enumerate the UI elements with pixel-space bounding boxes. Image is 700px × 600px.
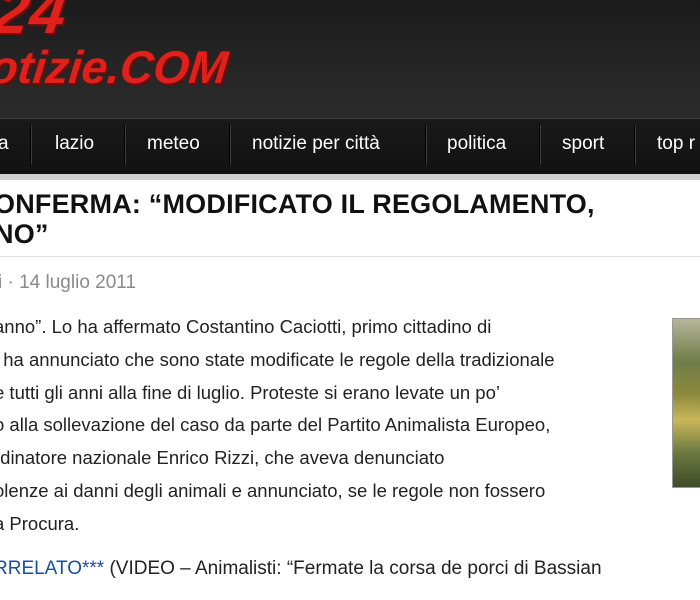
related-link[interactable]: RRELATO*** [0, 558, 104, 579]
nav-item-notizie-per-citta[interactable]: notizie per città [252, 119, 380, 175]
article-meta: i · 14 luglio 2011 [0, 272, 137, 293]
body-line: i ha annunciato che sono state modificat… [0, 348, 555, 370]
logo-text[interactable]: otizie.COM [0, 40, 231, 94]
nav-item-meteo[interactable]: meteo [147, 119, 200, 175]
site-header: 24 otizie.COM [0, 0, 700, 118]
nav-divider [425, 125, 426, 165]
title-divider [0, 256, 700, 257]
nav-item-partial[interactable]: a [0, 119, 9, 175]
body-line: o alla sollevazione del caso da parte de… [0, 414, 551, 436]
body-line: rdinatore nazionale Enrico Rizzi, che av… [0, 447, 445, 469]
nav-divider [539, 125, 540, 165]
nav-divider [124, 125, 125, 165]
article-body: anno”. Lo ha affermato Costantino Caciot… [0, 311, 666, 541]
article-title-line-1: ONFERMA: “MODIFICATO IL REGOLAMENTO, [0, 189, 595, 219]
nav-divider [229, 125, 230, 165]
article-title-line-2: NO” [0, 219, 49, 249]
nav-item-politica[interactable]: politica [447, 119, 506, 175]
body-line: a Procura. [0, 512, 80, 534]
nav-item-sport[interactable]: sport [562, 119, 604, 175]
body-line: e tutti gli anni alla fine di luglio. Pr… [0, 381, 500, 403]
nav-item-top[interactable]: top r [657, 119, 695, 175]
related-text: (VIDEO – Animalisti: “Fermate la corsa d… [104, 558, 602, 579]
article-photo[interactable] [672, 318, 700, 488]
body-line: anno”. Lo ha affermato Costantino Caciot… [0, 316, 492, 337]
main-nav: a lazio meteo notizie per città politica… [0, 118, 700, 175]
nav-divider [30, 125, 31, 165]
article-title: ONFERMA: “MODIFICATO IL REGOLAMENTO, NO” [0, 189, 700, 249]
body-line: olenze ai danni degli animali e annuncia… [0, 479, 546, 501]
nav-divider-bar [0, 174, 700, 180]
related-article: RRELATO*** (VIDEO – Animalisti: “Fermate… [0, 558, 602, 580]
nav-divider [634, 125, 635, 165]
nav-item-lazio[interactable]: lazio [55, 119, 94, 175]
